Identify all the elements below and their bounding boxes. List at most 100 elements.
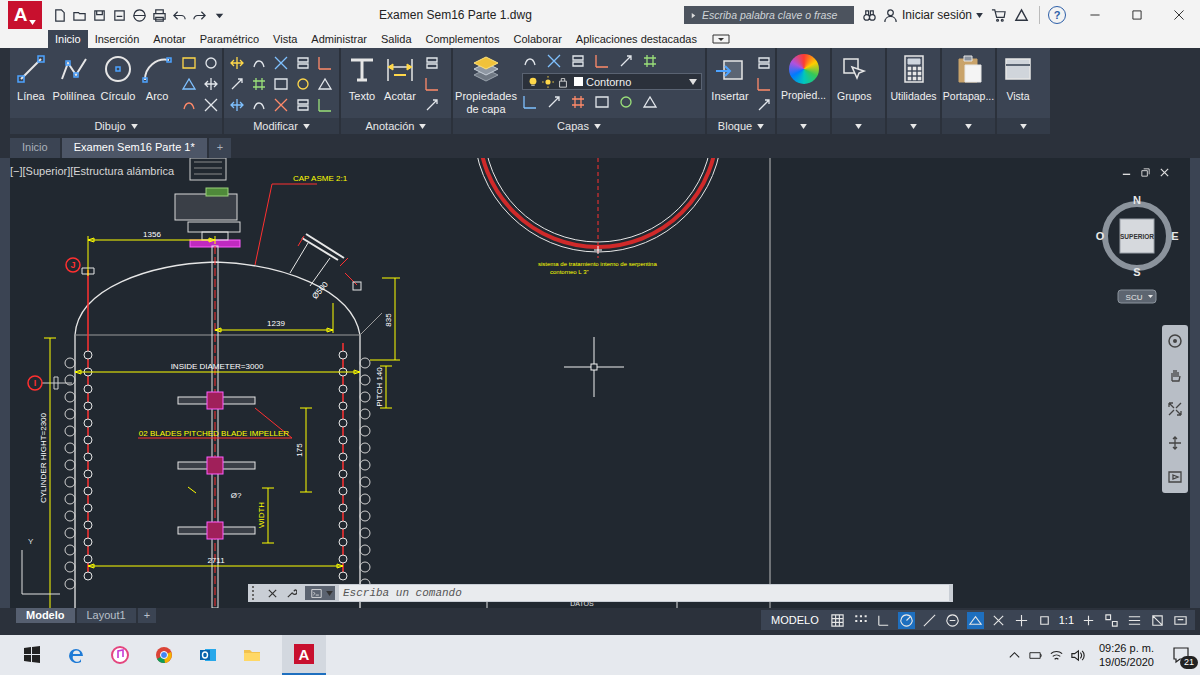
draw-tool-icon[interactable]: [181, 97, 197, 113]
ribbon-tab[interactable]: Vista: [266, 30, 304, 48]
quick-access-icon[interactable]: [92, 8, 107, 23]
panel-title[interactable]: Modificar: [224, 118, 339, 134]
command-history-button[interactable]: [305, 586, 335, 600]
modify-tool-icon[interactable]: [295, 97, 311, 113]
viewport-controls-label[interactable]: [−][Superior][Estructura alámbrica: [10, 165, 174, 177]
status-toggle-icon[interactable]: [944, 612, 961, 629]
status-toggle-icon[interactable]: [898, 612, 915, 629]
status-tool-icon[interactable]: [1080, 612, 1097, 629]
ribbon-button[interactable]: Polilínea: [51, 51, 97, 103]
model-space-button[interactable]: MODELO: [767, 613, 823, 627]
layer-tool-icon[interactable]: [522, 53, 538, 69]
ribbon-button[interactable]: Círculo: [99, 51, 138, 103]
status-toggle-icon[interactable]: [967, 612, 984, 629]
new-tab-button[interactable]: +: [209, 138, 231, 158]
drag-grip[interactable]: [252, 586, 259, 600]
close-icon[interactable]: [1159, 167, 1170, 178]
search-field[interactable]: Escriba palabra clave o frase: [684, 6, 854, 24]
modify-tool-icon[interactable]: [229, 76, 245, 92]
customize-caret-icon[interactable]: [212, 8, 227, 23]
layer-tool-icon[interactable]: [618, 94, 634, 110]
sign-in-button[interactable]: Iniciar sesión: [877, 8, 983, 23]
autocad-taskbar-button[interactable]: A: [282, 635, 326, 675]
ribbon-tab[interactable]: Paramétrico: [193, 30, 266, 48]
layer-tool-icon[interactable]: [594, 53, 610, 69]
quick-access-icon[interactable]: [112, 8, 127, 23]
close-icon[interactable]: [267, 588, 278, 599]
ribbon-button[interactable]: Arco: [139, 51, 175, 103]
drawing-viewport[interactable]: sistema de tratamiento interno de serpen…: [10, 158, 1190, 608]
annotation-scale[interactable]: 1:1: [1059, 614, 1074, 626]
new-layout-button[interactable]: +: [138, 608, 156, 623]
modify-tool-icon[interactable]: [317, 76, 333, 92]
ribbon-toggle-icon[interactable]: [712, 34, 730, 44]
pan-hand-icon[interactable]: [1167, 367, 1183, 383]
draw-tool-icon[interactable]: [203, 97, 219, 113]
panel-title[interactable]: Bloque: [707, 118, 775, 134]
draw-tool-icon[interactable]: [203, 55, 219, 71]
wifi-icon[interactable]: [1049, 648, 1064, 663]
status-toggle-icon[interactable]: [829, 612, 846, 629]
status-tool-icon[interactable]: [1172, 612, 1189, 629]
modify-tool-icon[interactable]: [229, 97, 245, 113]
ribbon-button[interactable]: Propiedades de capa: [456, 51, 516, 115]
layer-tool-icon[interactable]: [642, 53, 658, 69]
layer-tool-icon[interactable]: [570, 53, 586, 69]
show-hidden-icon[interactable]: [1007, 648, 1022, 663]
cart-icon[interactable]: [991, 8, 1006, 23]
modify-tool-icon[interactable]: [251, 76, 267, 92]
minimize-icon[interactable]: [1074, 0, 1116, 30]
small-tool-icon[interactable]: [756, 76, 772, 92]
draw-tool-icon[interactable]: [181, 55, 197, 71]
status-toggle-icon[interactable]: [990, 612, 1007, 629]
ribbon-button[interactable]: Texto: [344, 51, 380, 103]
document-tab[interactable]: Inicio: [10, 138, 60, 158]
battery-icon[interactable]: [1028, 648, 1043, 663]
maximize-icon[interactable]: [1116, 0, 1158, 30]
binoculars-icon[interactable]: [862, 8, 877, 23]
windows-start-icon[interactable]: [22, 645, 42, 665]
quick-access-icon[interactable]: [52, 8, 67, 23]
ribbon-tab[interactable]: Inicio: [48, 30, 88, 48]
volume-icon[interactable]: [1070, 648, 1085, 663]
outlook-icon[interactable]: [198, 645, 218, 665]
small-tool-icon[interactable]: [424, 55, 440, 71]
ribbon-button[interactable]: Portapap...: [945, 51, 992, 102]
quick-access-icon[interactable]: [192, 8, 207, 23]
modify-tool-icon[interactable]: [273, 97, 289, 113]
chrome-icon[interactable]: [154, 645, 174, 665]
layer-tool-icon[interactable]: [546, 53, 562, 69]
panel-title[interactable]: [887, 118, 940, 134]
ribbon-button[interactable]: Propied...: [780, 51, 827, 101]
panel-title[interactable]: Capas: [453, 118, 705, 134]
quick-access-icon[interactable]: [172, 8, 187, 23]
ribbon-tab[interactable]: Anotar: [146, 30, 192, 48]
layout-tab[interactable]: Modelo: [16, 608, 75, 623]
quick-access-icon[interactable]: [152, 8, 167, 23]
modify-tool-icon[interactable]: [273, 55, 289, 71]
modify-tool-icon[interactable]: [317, 55, 333, 71]
modify-tool-icon[interactable]: [295, 76, 311, 92]
modify-tool-icon[interactable]: [251, 55, 267, 71]
ribbon-button[interactable]: Línea: [13, 51, 49, 103]
document-tab[interactable]: Examen Sem16 Parte 1*: [62, 138, 207, 158]
restore-icon[interactable]: [1140, 167, 1151, 178]
status-toggle-icon[interactable]: [1013, 612, 1030, 629]
ribbon-tab[interactable]: Administrar: [304, 30, 374, 48]
ribbon-button[interactable]: Grupos: [835, 51, 873, 102]
layer-tool-icon[interactable]: [522, 94, 538, 110]
clock[interactable]: 09:26 p. m.19/05/2020: [1099, 641, 1154, 670]
status-toggle-icon[interactable]: [852, 612, 869, 629]
layer-dropdown[interactable]: Contorno: [522, 73, 702, 90]
itunes-icon[interactable]: [110, 645, 130, 665]
ribbon-tab[interactable]: Aplicaciones destacadas: [569, 30, 704, 48]
draw-tool-icon[interactable]: [203, 76, 219, 92]
viewcube[interactable]: SUPERIORNSEOSCU: [1096, 194, 1179, 303]
minimize-icon[interactable]: [1121, 167, 1132, 178]
panel-title[interactable]: Anotación: [341, 118, 451, 134]
layer-tool-icon[interactable]: [546, 94, 562, 110]
quick-access-icon[interactable]: [132, 8, 147, 23]
ribbon-button[interactable]: Vista: [1000, 51, 1036, 102]
status-toggle-icon[interactable]: [1036, 612, 1053, 629]
modify-tool-icon[interactable]: [251, 97, 267, 113]
